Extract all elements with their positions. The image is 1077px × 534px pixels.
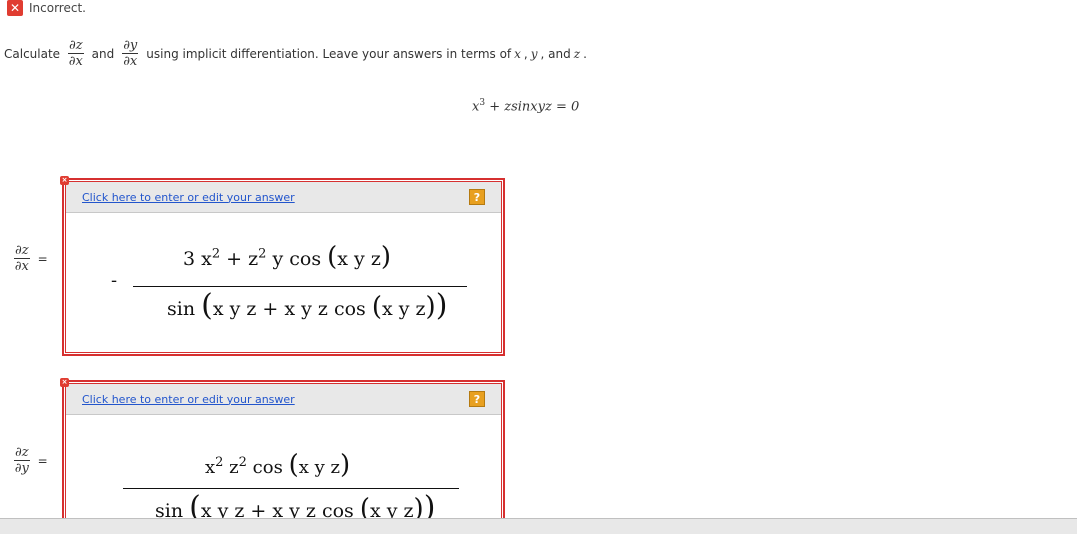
answer2-header: Click here to enter or edit your answer … <box>66 384 501 415</box>
help-icon[interactable]: ? <box>469 189 485 205</box>
edit-answer2-link[interactable]: Click here to enter or edit your answer <box>82 393 295 406</box>
dz-dx-fraction: ∂z ∂x <box>68 38 84 69</box>
horizontal-scrollbar[interactable] <box>0 518 1077 534</box>
answer1-numerator: 3 x2 + z2 y cos (x y z) <box>183 242 391 272</box>
answer1-header: Click here to enter or edit your answer … <box>66 182 501 213</box>
help-icon[interactable]: ? <box>469 391 485 407</box>
dy-dx-fraction: ∂y ∂x <box>122 38 139 69</box>
answer1-lhs: ∂z ∂x = <box>14 243 48 274</box>
status-text: Incorrect. <box>29 1 86 15</box>
status-row: ✕ Incorrect. <box>7 0 86 16</box>
answer1-fraction-bar <box>133 286 467 287</box>
answer1-sign: - <box>111 270 118 291</box>
error-marker-icon: × <box>60 378 69 387</box>
error-marker-icon: × <box>60 176 69 185</box>
var-x: x <box>514 46 521 61</box>
calculate-label: Calculate <box>4 46 61 61</box>
answer2-fraction-bar <box>123 488 459 489</box>
and-label: and <box>91 46 115 61</box>
dz-dy-label: ∂z ∂y <box>14 445 30 476</box>
question-text: Calculate ∂z ∂x and ∂y ∂x using implicit… <box>4 38 587 69</box>
answer1-box[interactable]: × Click here to enter or edit your answe… <box>60 176 505 356</box>
x-icon: ✕ <box>7 0 23 16</box>
var-y: y <box>530 46 538 61</box>
answer2-lhs: ∂z ∂y = <box>14 445 48 476</box>
dz-dx-label: ∂z ∂x <box>14 243 30 274</box>
var-z: z <box>573 46 581 61</box>
given-equation: x3 + zsinxyz = 0 <box>472 98 580 115</box>
answer2-box[interactable]: × Click here to enter or edit your answe… <box>60 378 505 532</box>
edit-answer1-link[interactable]: Click here to enter or edit your answer <box>82 191 295 204</box>
answer2-numerator: x2 z2 cos (x y z) <box>205 450 351 480</box>
answer1-denominator: sin (x y z + x y z cos (x y z)) <box>167 288 448 323</box>
instruction-text: using implicit differentiation. Leave yo… <box>146 46 512 61</box>
